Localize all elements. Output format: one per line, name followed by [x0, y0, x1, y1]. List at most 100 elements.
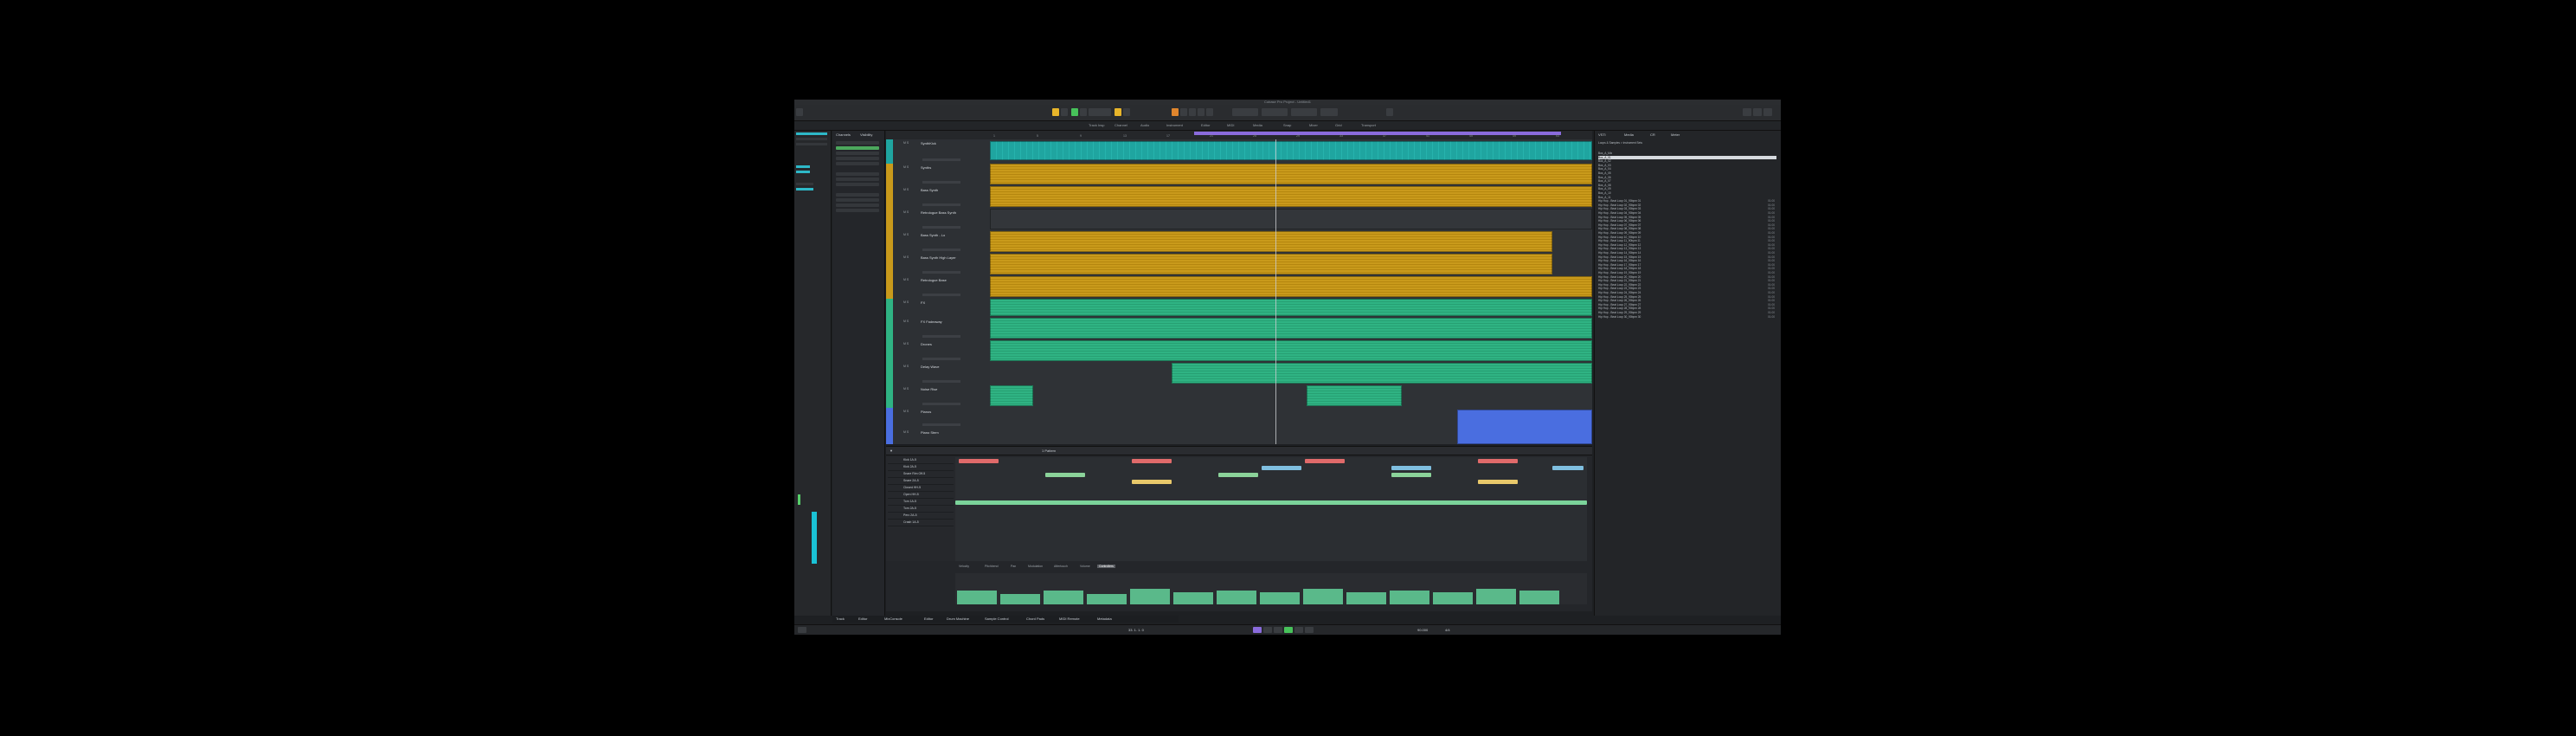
- project-cursor[interactable]: [1275, 139, 1276, 444]
- file-row[interactable]: Hip Hop - Beat Loop 20_90bpm 20 01:00: [1598, 275, 1776, 279]
- tab-vsti[interactable]: VSTi: [1598, 132, 1606, 137]
- drum-row[interactable]: Kick 1A-5: [888, 457, 954, 464]
- drum-hit[interactable]: [1552, 466, 1584, 470]
- inspector-row[interactable]: [796, 143, 827, 145]
- quick-zone-item[interactable]: Grid: [1335, 123, 1342, 127]
- visibility-item[interactable]: [836, 162, 879, 165]
- file-row[interactable]: Bus_A_11: [1598, 196, 1776, 199]
- file-row[interactable]: Hip Hop - Beat Loop 10_90bpm 10 01:00: [1598, 236, 1776, 239]
- track-header[interactable]: M S Pianos: [886, 408, 990, 429]
- glue-tool-icon[interactable]: [1180, 108, 1187, 116]
- mute-solo-icon[interactable]: M S: [903, 210, 909, 214]
- midi-part[interactable]: [990, 254, 1552, 274]
- file-row[interactable]: Hip Hop - Beat Loop 28_90bpm 28 01:00: [1598, 307, 1776, 310]
- erase-tool-icon[interactable]: [1189, 108, 1196, 116]
- event-display[interactable]: [990, 139, 1592, 444]
- track-controls[interactable]: [922, 203, 960, 206]
- track-header[interactable]: M S Bass Synth - Lo: [886, 231, 990, 255]
- quantize-preset-select[interactable]: [1320, 108, 1338, 116]
- file-row[interactable]: Hip Hop - Beat Loop 03_90bpm 03 01:00: [1598, 207, 1776, 210]
- quick-zone-item[interactable]: Transport: [1361, 123, 1376, 127]
- visibility-item[interactable]: [836, 198, 879, 202]
- file-row[interactable]: Bus_A_06: [1598, 176, 1776, 179]
- mute-solo-icon[interactable]: M S: [903, 233, 909, 236]
- layout-toggle-lower[interactable]: [1753, 108, 1762, 116]
- file-row[interactable]: Hip Hop - Beat Loop 15_90bpm 15 01:00: [1598, 255, 1776, 259]
- velocity-bar[interactable]: [1303, 589, 1343, 604]
- midi-part[interactable]: [990, 186, 1592, 207]
- velocity-bar[interactable]: [1346, 592, 1386, 604]
- midi-part[interactable]: [990, 231, 1552, 252]
- drum-hit[interactable]: [1132, 459, 1172, 463]
- mute-solo-icon[interactable]: M S: [903, 141, 909, 145]
- forward-button[interactable]: [1274, 627, 1282, 633]
- folder-part[interactable]: [990, 299, 1592, 316]
- drum-hit[interactable]: [959, 459, 999, 463]
- visibility-filter[interactable]: [836, 141, 879, 145]
- velocity-bar[interactable]: [1519, 591, 1559, 604]
- constrain-delay-button[interactable]: [1061, 108, 1068, 116]
- position-display[interactable]: 33. 1. 1. 0: [1128, 628, 1144, 632]
- grid-type-select[interactable]: [1262, 108, 1288, 116]
- file-row[interactable]: Hip Hop - Beat Loop 24_90bpm 24 01:00: [1598, 291, 1776, 294]
- drum-hit[interactable]: [1132, 480, 1172, 484]
- auto-mode-button[interactable]: [1071, 108, 1078, 116]
- file-row[interactable]: Hip Hop - Beat Loop 05_90bpm 05 01:00: [1598, 216, 1776, 219]
- tab-metadata[interactable]: Metadata: [1097, 617, 1112, 621]
- track-controls[interactable]: [922, 181, 960, 184]
- quick-zone-item[interactable]: Snap: [1283, 123, 1291, 127]
- scissors-tool-icon[interactable]: [1172, 108, 1179, 116]
- inspector-section-selected[interactable]: [796, 188, 813, 190]
- file-row[interactable]: Bus_A_05: [1598, 171, 1776, 175]
- velocity-lane[interactable]: [955, 573, 1587, 604]
- file-row[interactable]: Bus_A_07: [1598, 179, 1776, 183]
- drum-hit[interactable]: [1391, 466, 1431, 470]
- file-row[interactable]: Bus_A_01: [1598, 155, 1776, 159]
- track-header[interactable]: M S Delay Wave: [886, 363, 990, 386]
- file-row[interactable]: Bus_A_08: [1598, 184, 1776, 187]
- object-select-tool-icon[interactable]: [1115, 108, 1121, 116]
- visibility-item[interactable]: [836, 152, 879, 155]
- quick-zone-item[interactable]: MIDI: [1227, 123, 1234, 127]
- file-row[interactable]: Hip Hop - Beat Loop 21_90bpm 21 01:00: [1598, 279, 1776, 282]
- mute-solo-icon[interactable]: M S: [903, 300, 909, 304]
- quantize-select[interactable]: [1291, 108, 1317, 116]
- track-header[interactable]: M S Retrologue Base: [886, 276, 990, 300]
- tab-track[interactable]: Track: [836, 617, 845, 621]
- range-tool-icon[interactable]: [1123, 108, 1130, 116]
- tab-pan[interactable]: Pan: [1011, 565, 1016, 568]
- tempo-display[interactable]: 90.000: [1417, 628, 1428, 632]
- velocity-bar[interactable]: [1390, 591, 1429, 604]
- activate-project-button[interactable]: [1052, 108, 1059, 116]
- drum-row[interactable]: Crash 1A-5: [888, 520, 954, 526]
- signature-display[interactable]: 4/4: [1445, 628, 1450, 632]
- file-row[interactable]: Hip Hop - Beat Loop 06_90bpm 06 01:00: [1598, 219, 1776, 223]
- touch-button[interactable]: [1080, 108, 1087, 116]
- visibility-item[interactable]: [836, 209, 879, 212]
- quick-zone-item[interactable]: Track Insp: [1089, 123, 1105, 127]
- tab-media[interactable]: Media: [1624, 132, 1634, 137]
- visibility-item[interactable]: [836, 172, 879, 176]
- track-header[interactable]: M S FX Fadeaway: [886, 318, 990, 341]
- audio-event[interactable]: [1307, 385, 1402, 406]
- file-row[interactable]: Hip Hop - Beat Loop 02_90bpm 02 01:00: [1598, 203, 1776, 207]
- tab-visibility[interactable]: Visibility: [860, 132, 872, 137]
- file-row[interactable]: Bus_A_02: [1598, 159, 1776, 163]
- file-row[interactable]: Hip Hop - Beat Loop 18_90bpm 18 01:00: [1598, 267, 1776, 270]
- menu-icon[interactable]: [796, 108, 803, 116]
- cycle-button[interactable]: [1253, 627, 1262, 633]
- automation-mode-select[interactable]: [1089, 108, 1111, 116]
- tab-editor-active[interactable]: Editor: [924, 617, 933, 621]
- tab-meter[interactable]: Meter: [1671, 132, 1680, 137]
- track-header[interactable]: M S FX: [886, 299, 990, 319]
- velocity-bar[interactable]: [1433, 592, 1473, 604]
- file-row[interactable]: Hip Hop - Beat Loop 29_90bpm 29 01:00: [1598, 311, 1776, 314]
- track-controls[interactable]: [922, 403, 960, 405]
- drum-grid[interactable]: [955, 457, 1587, 561]
- file-row[interactable]: Hip Hop - Beat Loop 27_90bpm 27 01:00: [1598, 303, 1776, 307]
- midi-part[interactable]: [990, 164, 1592, 184]
- file-row[interactable]: Bus_A_09: [1598, 187, 1776, 190]
- file-row[interactable]: Hip Hop - Beat Loop 09_90bpm 09 01:00: [1598, 231, 1776, 235]
- track-header[interactable]: M S Drones: [886, 340, 990, 364]
- file-row[interactable]: Hip Hop - Beat Loop 22_90bpm 22 01:00: [1598, 283, 1776, 287]
